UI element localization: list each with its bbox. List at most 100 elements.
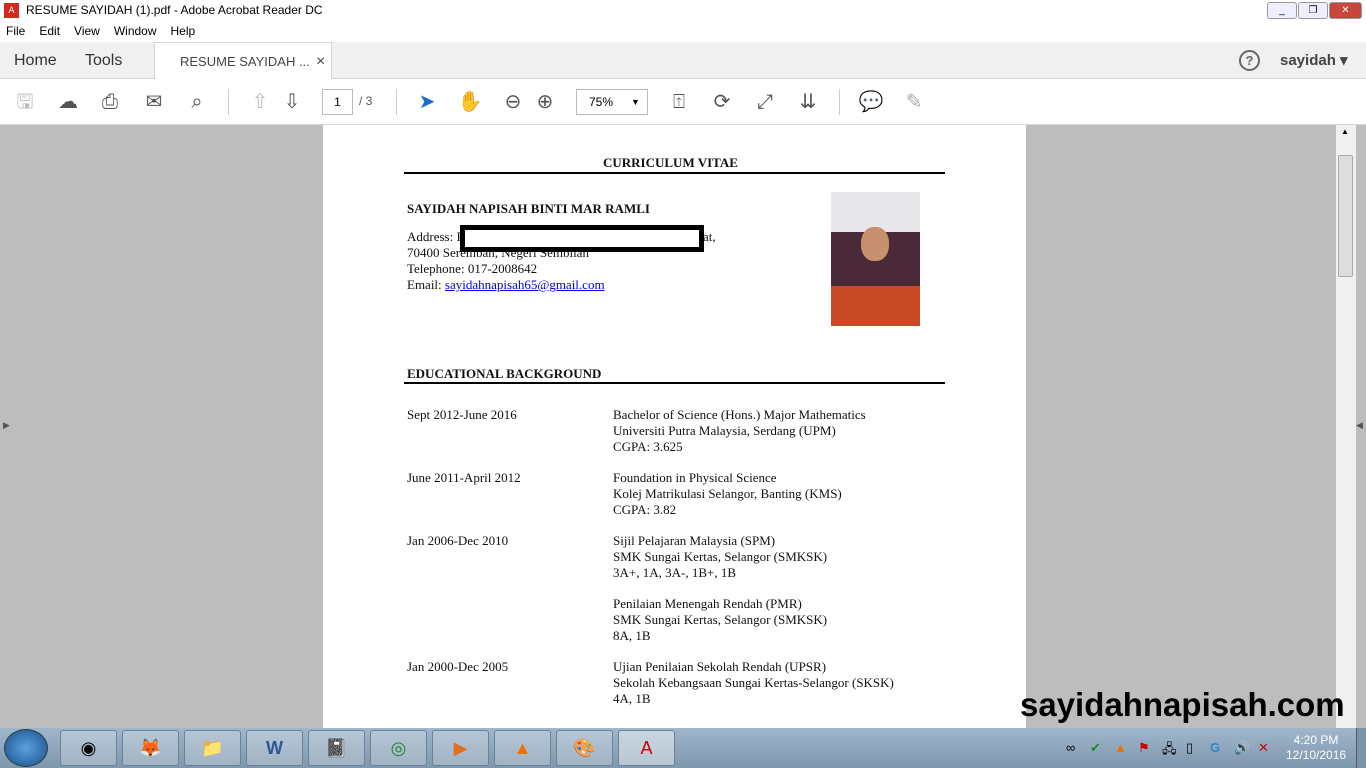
- watermark: sayidahnapisah.com: [1020, 686, 1345, 723]
- tab-close-icon[interactable]: ×: [316, 43, 325, 80]
- education-detail: SMK Sungai Kertas, Selangor (SMKSK): [613, 549, 828, 564]
- rotate-icon[interactable]: ⟳: [709, 89, 735, 115]
- zoom-select[interactable]: 75% ▼: [576, 89, 648, 115]
- restore-button[interactable]: ❐: [1298, 2, 1328, 19]
- upload-cloud-icon[interactable]: ☁: [55, 89, 81, 115]
- page-number-input[interactable]: 1: [322, 89, 353, 115]
- help-icon[interactable]: ?: [1239, 50, 1260, 71]
- redaction-box: [460, 225, 704, 252]
- search-icon[interactable]: ⌕: [184, 89, 210, 115]
- menu-file[interactable]: File: [6, 21, 25, 42]
- user-menu[interactable]: sayidah ▾: [1280, 42, 1348, 79]
- education-detail: 4A, 1B: [613, 691, 651, 706]
- document-title: CURRICULUM VITAE: [603, 155, 738, 170]
- tab-tools[interactable]: Tools: [85, 42, 122, 79]
- media-player-taskbar-icon[interactable]: ▶: [432, 730, 489, 766]
- education-date: Sept 2012-June 2016: [407, 407, 517, 422]
- tab-document-label: RESUME SAYIDAH ...: [180, 54, 310, 69]
- word-taskbar-icon[interactable]: W: [246, 730, 303, 766]
- chrome-taskbar-icon[interactable]: ◉: [60, 730, 117, 766]
- select-cursor-icon[interactable]: ➤: [414, 89, 440, 115]
- grammarly-icon[interactable]: G: [1210, 740, 1220, 755]
- toolbar: 🖫 ☁ ⎙ ✉ ⌕ ⇧ ⇩ 1 / 3 ➤ ✋ ⊖ ⊕ 75% ▼ ⍐ ⟳ ⤢ ⇊…: [0, 79, 1366, 125]
- education-detail: Kolej Matrikulasi Selangor, Banting (KMS…: [613, 486, 842, 501]
- menu-window[interactable]: Window: [114, 21, 157, 42]
- page-total: / 3: [359, 94, 373, 108]
- volume-icon[interactable]: 🔊: [1234, 740, 1250, 756]
- network-app-taskbar-icon[interactable]: ◎: [370, 730, 427, 766]
- show-desktop-button[interactable]: [1356, 728, 1366, 768]
- education-detail: Foundation in Physical Science: [613, 470, 777, 485]
- email-row: Email: sayidahnapisah65@gmail.com: [407, 277, 605, 293]
- fit-page-icon[interactable]: ⍐: [666, 89, 692, 115]
- address-tail: at,: [703, 229, 716, 244]
- education-detail: CGPA: 3.82: [613, 502, 677, 517]
- tab-home[interactable]: Home: [14, 42, 57, 79]
- education-date: June 2011-April 2012: [407, 470, 521, 485]
- scroll-up-icon[interactable]: ▲: [1341, 127, 1349, 136]
- email-icon[interactable]: ✉: [141, 89, 167, 115]
- notepad-taskbar-icon[interactable]: 📓: [308, 730, 365, 766]
- vertical-scrollbar[interactable]: ▲: [1336, 125, 1356, 728]
- education-detail: Sekolah Kebangsaan Sungai Kertas-Selango…: [613, 675, 894, 690]
- comment-icon[interactable]: 💬: [858, 89, 884, 115]
- document-viewer: ▶ ◀ CURRICULUM VITAE SAYIDAH NAPISAH BIN…: [0, 125, 1366, 728]
- firefox-taskbar-icon[interactable]: 🦊: [122, 730, 179, 766]
- divider: [404, 382, 945, 384]
- education-detail: Sijil Pelajaran Malaysia (SPM): [613, 533, 776, 548]
- highlight-pen-icon[interactable]: ✎: [901, 89, 927, 115]
- minimize-button[interactable]: _: [1267, 2, 1297, 19]
- acrobat-logo-icon: A: [4, 3, 19, 18]
- education-detail: CGPA: 3.625: [613, 439, 683, 454]
- creative-cloud-icon[interactable]: ∞: [1066, 740, 1075, 755]
- window-title: RESUME SAYIDAH (1).pdf - Adobe Acrobat R…: [26, 3, 323, 17]
- wireless-disconnected-icon[interactable]: ✕: [1258, 740, 1269, 756]
- education-date: Jan 2000-Dec 2005: [407, 659, 509, 674]
- address-label: Address: I: [407, 229, 461, 244]
- tab-bar: Home Tools RESUME SAYIDAH ... × ? sayida…: [0, 42, 1366, 80]
- start-button[interactable]: [4, 729, 48, 767]
- hand-tool-icon[interactable]: ✋: [457, 89, 483, 115]
- right-panel-toggle-icon[interactable]: ◀: [1356, 420, 1363, 431]
- close-button[interactable]: ✕: [1329, 2, 1362, 19]
- zoom-out-icon[interactable]: ⊖: [500, 89, 526, 115]
- education-date: Jan 2006-Dec 2010: [407, 533, 509, 548]
- menu-bar: File Edit View Window Help: [0, 21, 1366, 42]
- full-screen-icon[interactable]: ⤢: [752, 89, 778, 115]
- previous-page-icon[interactable]: ⇧: [247, 89, 273, 115]
- scrollbar-thumb[interactable]: [1338, 155, 1353, 277]
- education-detail: 8A, 1B: [613, 628, 651, 643]
- paint-taskbar-icon[interactable]: 🎨: [556, 730, 613, 766]
- explorer-taskbar-icon[interactable]: 📁: [184, 730, 241, 766]
- sync-icon[interactable]: ✔: [1090, 740, 1101, 756]
- menu-help[interactable]: Help: [171, 21, 196, 42]
- taskbar: ◉ 🦊 📁 W 📓 ◎ ▶ ▲ 🎨 A ∞ ✔ ▲ ⚑ 🖧 ▯ G 🔊 ✕ 4:…: [0, 728, 1366, 768]
- network-icon[interactable]: 🖧: [1162, 740, 1177, 762]
- system-clock[interactable]: 4:20 PM 12/10/2016: [1286, 733, 1346, 763]
- education-detail: Penilaian Menengah Rendah (PMR): [613, 596, 802, 611]
- battery-icon[interactable]: ▯: [1186, 740, 1193, 756]
- applicant-name: SAYIDAH NAPISAH BINTI MAR RAMLI: [407, 201, 650, 216]
- scroll-mode-icon[interactable]: ⇊: [795, 89, 821, 115]
- vlc-tray-icon[interactable]: ▲: [1114, 740, 1127, 755]
- action-center-icon[interactable]: ⚑: [1138, 740, 1150, 756]
- zoom-in-icon[interactable]: ⊕: [532, 89, 558, 115]
- profile-photo: [831, 192, 920, 326]
- pdf-page: CURRICULUM VITAE SAYIDAH NAPISAH BINTI M…: [323, 125, 1026, 728]
- user-name: sayidah: [1280, 52, 1336, 69]
- telephone: Telephone: 017-2008642: [407, 261, 538, 276]
- divider: [228, 89, 229, 115]
- title-bar: A RESUME SAYIDAH (1).pdf - Adobe Acrobat…: [0, 0, 1366, 21]
- menu-edit[interactable]: Edit: [39, 21, 60, 42]
- next-page-icon[interactable]: ⇩: [279, 89, 305, 115]
- menu-view[interactable]: View: [74, 21, 100, 42]
- left-panel-toggle-icon[interactable]: ▶: [3, 420, 10, 431]
- tab-document[interactable]: RESUME SAYIDAH ... ×: [154, 42, 332, 80]
- vlc-taskbar-icon[interactable]: ▲: [494, 730, 551, 766]
- education-detail: SMK Sungai Kertas, Selangor (SMKSK): [613, 612, 828, 627]
- email-link[interactable]: sayidahnapisah65@gmail.com: [445, 277, 605, 292]
- save-icon[interactable]: 🖫: [12, 89, 38, 115]
- print-icon[interactable]: ⎙: [97, 89, 123, 115]
- education-detail: 3A+, 1A, 3A-, 1B+, 1B: [613, 565, 736, 580]
- acrobat-taskbar-icon[interactable]: A: [618, 730, 675, 766]
